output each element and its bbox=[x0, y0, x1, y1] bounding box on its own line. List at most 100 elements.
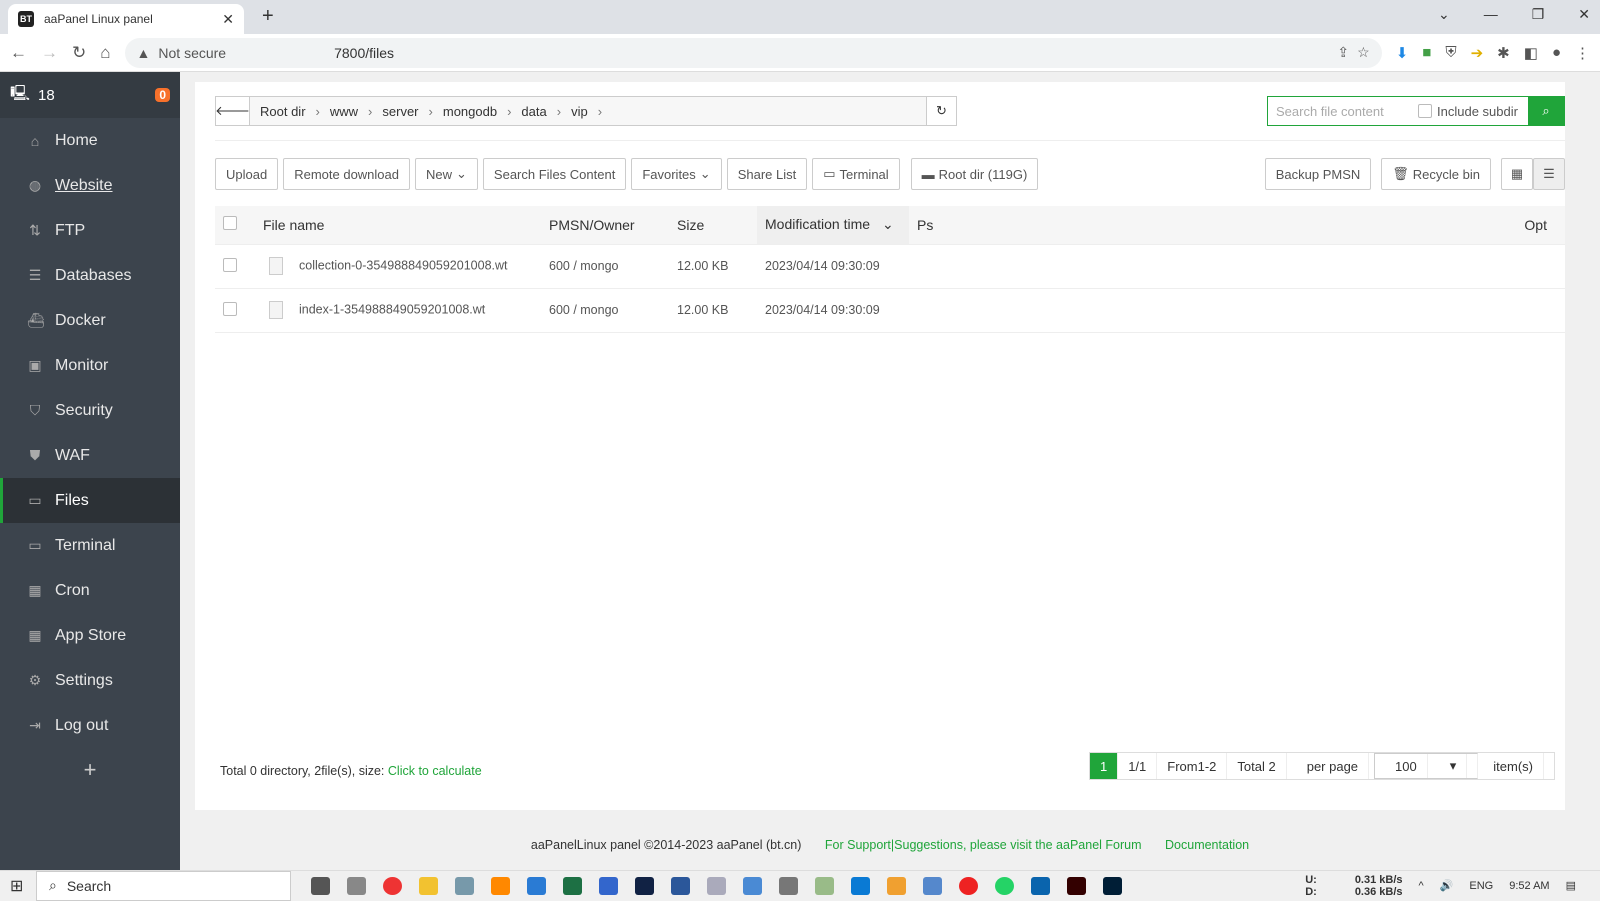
vlc-icon[interactable] bbox=[491, 876, 510, 895]
remote-download-button[interactable]: Remote download bbox=[283, 158, 410, 190]
language-indicator[interactable]: ENG bbox=[1469, 880, 1493, 892]
terminal-button[interactable]: ▭ Terminal bbox=[812, 158, 900, 190]
per-page-select[interactable]: 100 ▾ bbox=[1374, 753, 1479, 779]
puzzle-icon[interactable]: ✱ bbox=[1497, 44, 1510, 62]
restore-button[interactable]: ❐ bbox=[1532, 6, 1545, 23]
word-icon[interactable] bbox=[671, 876, 690, 895]
notepad-icon[interactable] bbox=[815, 876, 834, 895]
sidebar-item-home[interactable]: ⌂ Home bbox=[0, 118, 180, 163]
clock[interactable]: 9:52 AM bbox=[1509, 880, 1549, 892]
app-icon[interactable] bbox=[347, 876, 366, 895]
file-perm[interactable]: 600 / mongo bbox=[541, 288, 669, 333]
sidebar-item-files[interactable]: ▭ Files bbox=[0, 478, 180, 523]
breadcrumb-item[interactable]: server bbox=[372, 104, 428, 119]
documentation-link[interactable]: Documentation bbox=[1165, 838, 1249, 852]
windows-start-icon[interactable]: ⊞ bbox=[10, 876, 23, 896]
app-icon[interactable] bbox=[599, 876, 618, 895]
whatsapp-icon[interactable] bbox=[995, 876, 1014, 895]
include-subdir-checkbox[interactable]: Include subdir bbox=[1418, 104, 1518, 119]
upload-button[interactable]: Upload bbox=[215, 158, 279, 190]
share-icon[interactable]: ⇪ bbox=[1337, 44, 1349, 61]
sidebar-item-log-out[interactable]: ⇥ Log out bbox=[0, 703, 180, 748]
chevron-up-icon[interactable]: ^ bbox=[1419, 880, 1424, 892]
search-input[interactable]: Search file content bbox=[1268, 104, 1418, 119]
app-icon[interactable] bbox=[527, 876, 546, 895]
sidebar-item-monitor[interactable]: ▣ Monitor bbox=[0, 343, 180, 388]
home-icon[interactable]: ⌂ bbox=[100, 43, 110, 63]
sidebar-item-settings[interactable]: ⚙ Settings bbox=[0, 658, 180, 703]
back-icon[interactable]: ← bbox=[10, 43, 27, 63]
photoshop-icon[interactable] bbox=[1103, 876, 1122, 895]
mail-icon[interactable] bbox=[1031, 876, 1050, 895]
breadcrumb-item[interactable]: www bbox=[320, 104, 368, 119]
taskbar-search[interactable]: ⌕ Search bbox=[36, 870, 291, 901]
tab-search-icon[interactable]: ⌄ bbox=[1438, 6, 1450, 23]
backup-pmsn-button[interactable]: Backup PMSN bbox=[1264, 158, 1372, 190]
recycle-bin-button[interactable]: 🗑 Recycle bin bbox=[1381, 158, 1491, 190]
sidebar-item-waf[interactable]: ⛊ WAF bbox=[0, 433, 180, 478]
forward-icon[interactable]: → bbox=[41, 43, 58, 63]
grid-view-icon[interactable]: ▦ bbox=[1501, 158, 1533, 190]
ext-icon[interactable]: ■ bbox=[1422, 44, 1431, 62]
search-button[interactable]: ⌕ bbox=[1528, 97, 1564, 125]
checkbox[interactable] bbox=[1418, 104, 1432, 118]
root-dir-button[interactable]: ▬ Root dir (119G) bbox=[910, 158, 1039, 190]
excel-icon[interactable] bbox=[563, 876, 582, 895]
app-icon[interactable] bbox=[635, 876, 654, 895]
refresh-button[interactable]: ↻ bbox=[926, 97, 956, 125]
keyboard-icon[interactable] bbox=[743, 876, 762, 895]
volume-icon[interactable]: 🔊 bbox=[1440, 879, 1454, 892]
notification-badge[interactable]: 0 bbox=[155, 88, 170, 102]
sidebar-item-ftp[interactable]: ⇅ FTP bbox=[0, 208, 180, 253]
shield-ext-icon[interactable]: ⛨ bbox=[1445, 44, 1456, 62]
file-name[interactable]: index-1-354988849059201008.wt bbox=[299, 302, 485, 316]
notifications-icon[interactable]: ▤ bbox=[1566, 879, 1576, 892]
calculate-link[interactable]: Click to calculate bbox=[388, 764, 482, 778]
select-all-checkbox[interactable] bbox=[223, 216, 237, 231]
col-perm[interactable]: PMSN/Owner bbox=[541, 206, 669, 245]
illustrator-icon[interactable] bbox=[1067, 876, 1086, 895]
col-file-name[interactable]: File name bbox=[255, 206, 541, 245]
sidebar-item-website[interactable]: ◍ Website bbox=[0, 163, 180, 208]
explorer-icon[interactable] bbox=[419, 876, 438, 895]
sidebar-item-cron[interactable]: ▦ Cron bbox=[0, 568, 180, 613]
sidebar-item-terminal[interactable]: ▭ Terminal bbox=[0, 523, 180, 568]
new-dropdown[interactable]: New ⌄ bbox=[415, 158, 478, 190]
close-tab-icon[interactable]: ✕ bbox=[222, 11, 234, 28]
yandex-icon[interactable] bbox=[959, 876, 978, 895]
breadcrumb-item[interactable]: data bbox=[511, 104, 556, 119]
back-dir-button[interactable]: 🡐 bbox=[215, 97, 250, 125]
download-ext-icon[interactable]: ⬇ bbox=[1396, 44, 1409, 62]
file-perm[interactable]: 600 / mongo bbox=[541, 244, 669, 289]
reload-icon[interactable]: ↻ bbox=[72, 43, 86, 63]
close-window-button[interactable]: ✕ bbox=[1578, 6, 1590, 23]
sidepanel-icon[interactable]: ◧ bbox=[1524, 44, 1538, 62]
vscode-icon[interactable] bbox=[851, 876, 870, 895]
favorites-dropdown[interactable]: Favorites ⌄ bbox=[631, 158, 722, 190]
app-icon[interactable] bbox=[887, 876, 906, 895]
list-view-icon[interactable]: ☰ bbox=[1533, 158, 1565, 190]
onedrive-icon[interactable] bbox=[923, 876, 942, 895]
breadcrumb-item[interactable]: mongodb bbox=[433, 104, 507, 119]
minimize-button[interactable]: — bbox=[1484, 6, 1498, 23]
task-view-icon[interactable] bbox=[311, 876, 330, 895]
browser-tab[interactable]: BT aaPanel Linux panel ✕ bbox=[8, 4, 244, 34]
sidebar-item-app-store[interactable]: ▦ App Store bbox=[0, 613, 180, 658]
file-name[interactable]: collection-0-354988849059201008.wt bbox=[299, 258, 508, 272]
col-size[interactable]: Size bbox=[669, 206, 757, 245]
forum-link[interactable]: For Support|Suggestions, please visit th… bbox=[825, 838, 1142, 852]
bookmark-star-icon[interactable]: ☆ bbox=[1357, 44, 1370, 61]
app-icon[interactable] bbox=[455, 876, 474, 895]
row-checkbox[interactable] bbox=[223, 257, 237, 272]
share-list-button[interactable]: Share List bbox=[726, 158, 808, 190]
sidebar-item-security[interactable]: ⛉ Security bbox=[0, 388, 180, 433]
chrome-icon[interactable] bbox=[383, 876, 402, 895]
add-menu-button[interactable]: + bbox=[0, 748, 180, 792]
col-mtime[interactable]: Modification time ⌄ bbox=[757, 206, 909, 245]
table-row[interactable]: index-1-354988849059201008.wt 600 / mongo… bbox=[215, 288, 1565, 333]
sidebar-item-docker[interactable]: ⛴ Docker bbox=[0, 298, 180, 343]
search-files-content-button[interactable]: Search Files Content bbox=[482, 158, 627, 190]
menu-icon[interactable]: ⋮ bbox=[1575, 44, 1590, 62]
arrow-ext-icon[interactable]: ➔ bbox=[1471, 44, 1484, 62]
profile-avatar[interactable]: ● bbox=[1552, 44, 1561, 62]
